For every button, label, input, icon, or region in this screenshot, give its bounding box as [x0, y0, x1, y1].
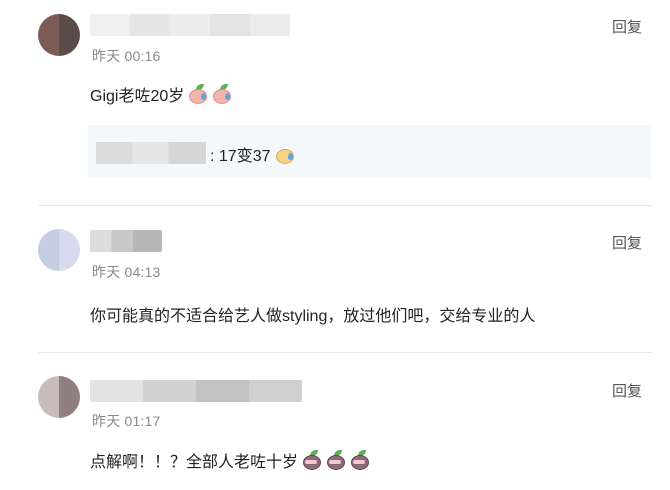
comment-text-row: 点解啊！！？全部人老咗十岁 [90, 448, 370, 472]
avatar[interactable] [38, 229, 80, 271]
comment-timestamp: 昨天 04:13 [92, 264, 161, 280]
quoted-reply[interactable]: : 17变37 [88, 125, 651, 178]
username-blurred[interactable] [90, 380, 302, 402]
username-blurred[interactable] [90, 14, 290, 36]
avatar[interactable] [38, 376, 80, 418]
divider [38, 352, 651, 353]
dark-pig-emoji-icon [350, 450, 370, 470]
dark-pig-emoji-icon [326, 450, 346, 470]
comment-timestamp: 昨天 00:16 [92, 48, 161, 64]
crying-pig-emoji-icon [188, 84, 208, 104]
comment-text-row: 你可能真的不适合给艺人做styling，放过他们吧，交给专业的人 [90, 302, 535, 326]
divider [38, 205, 651, 206]
comment-text-row: Gigi老咗20岁 [90, 82, 232, 106]
avatar[interactable] [38, 14, 80, 56]
reply-button[interactable]: 回复 [612, 380, 642, 401]
quoted-text: : 17变37 [210, 148, 271, 165]
quoted-text-row: : 17变37 [210, 142, 295, 166]
crying-face-emoji-icon [275, 144, 295, 164]
reply-button[interactable]: 回复 [612, 232, 642, 253]
username-blurred[interactable] [90, 230, 162, 252]
dark-pig-emoji-icon [302, 450, 322, 470]
comment-text: 你可能真的不适合给艺人做styling，放过他们吧，交给专业的人 [90, 308, 536, 325]
reply-button[interactable]: 回复 [612, 16, 642, 37]
crying-pig-emoji-icon [212, 84, 232, 104]
comment-text: Gigi老咗20岁 [90, 88, 185, 105]
comment-timestamp: 昨天 01:17 [92, 413, 161, 429]
comment-text: 点解啊！！？全部人老咗十岁 [90, 454, 299, 471]
quoted-username-blurred[interactable] [96, 142, 206, 164]
